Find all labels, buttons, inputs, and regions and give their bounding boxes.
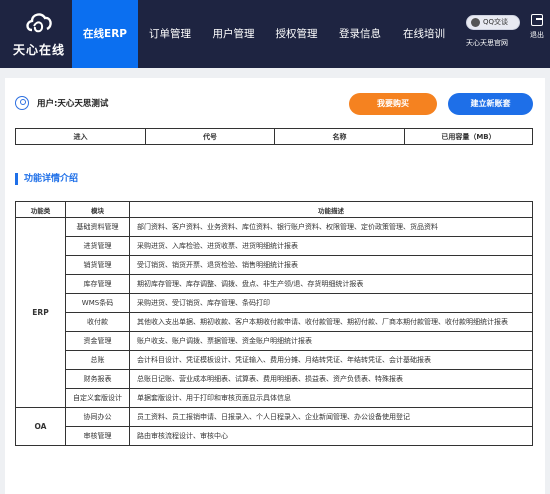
nav-item[interactable]: 用户管理 xyxy=(202,0,265,68)
nav-item[interactable]: 在线培训 xyxy=(392,0,456,68)
module-cell: 审核管理 xyxy=(65,426,130,446)
table-row: 审核管理 路由审核流程设计、审核中心 xyxy=(16,426,533,446)
module-cell: 销货管理 xyxy=(65,255,130,275)
table-row: 进货管理 采购进货、入库检验、进货收票、进货明细统计报表 xyxy=(16,236,533,256)
category-cell: ERP xyxy=(15,217,66,408)
description-cell: 账户收支、账户调拨、票据管理、资金账户明细统计报表 xyxy=(129,331,533,351)
col-enter: 进入 xyxy=(15,128,146,145)
module-cell: 资金管理 xyxy=(65,331,130,351)
table-row: OA 协同办公 员工资料、员工报销申请、日报录入、个人日程录入、企业新闻管理、办公设… xyxy=(15,407,533,446)
logout-icon xyxy=(531,14,543,26)
user-icon xyxy=(15,96,29,110)
description-cell: 采购进货、入库检验、进货收票、进货明细统计报表 xyxy=(129,236,533,256)
category-cell: OA xyxy=(15,407,66,446)
module-cell: 协同办公 xyxy=(65,407,130,427)
exit-label: 退出 xyxy=(530,31,544,39)
col-code: 代号 xyxy=(145,128,275,145)
module-cell: 收付款 xyxy=(65,312,130,332)
table-row: 库存管理 期初库存管理、库存调整、调拨、盘点、非生产领/退、存货明细统计报表 xyxy=(16,274,533,294)
col-category: 功能类 xyxy=(15,201,66,218)
description-cell: 其他收入支出单据、期初收款、客户本期收付款申请、收付款管理、期初付款、厂商本期付… xyxy=(129,312,533,332)
top-navigation-bar: 天心在线 在线ERP 订单管理 用户管理 授权管理 登录信息 在线培训 QQ交谈 天心天思… xyxy=(0,0,550,68)
description-cell: 采购进货、受订销货、库存管理、条码打印 xyxy=(129,293,533,313)
qq-icon xyxy=(471,18,480,27)
accounts-table-header: 进入 代号 名称 已用容量（MB） xyxy=(15,128,533,145)
col-name: 名称 xyxy=(274,128,405,145)
accounts-table: 进入 代号 名称 已用容量（MB） xyxy=(15,128,533,145)
buy-button[interactable]: 我要购买 xyxy=(349,93,437,115)
table-row: 自定义套版设计 单据套版设计、用于打印和审核页面显示具体信息 xyxy=(16,388,533,408)
module-cell: 总账 xyxy=(65,350,130,370)
table-row: 销货管理 受订销货、销货开票、退货检验、销售明细统计报表 xyxy=(16,255,533,275)
module-cell: 库存管理 xyxy=(65,274,130,294)
nav-item[interactable]: 在线ERP xyxy=(72,0,138,68)
col-description: 功能描述 xyxy=(129,201,533,218)
user-label: 用户:天心天思测试 xyxy=(37,99,109,109)
description-cell: 员工资料、员工报销申请、日报录入、个人日程录入、企业新闻管理、办公设备使用登记 xyxy=(129,407,533,427)
description-cell: 部门资料、客户资料、业务资料、库位资料、银行账户资料、权限管理、定价政策管理、货… xyxy=(129,217,533,237)
table-row: 总账 会计科目设计、凭证模板设计、凭证输入、费用分摊、月结转凭证、年结转凭证、会计… xyxy=(16,350,533,370)
description-cell: 期初库存管理、库存调整、调拨、盘点、非生产领/退、存货明细统计报表 xyxy=(129,274,533,294)
table-row: 资金管理 账户收支、账户调拨、票据管理、资金账户明细统计报表 xyxy=(16,331,533,351)
cloud-logo-icon xyxy=(26,13,52,33)
logo-text: 天心在线 xyxy=(12,43,65,57)
table-row: WMS条码 采购进货、受订销货、库存管理、条码打印 xyxy=(16,293,533,313)
exit-button[interactable]: 退出 xyxy=(526,14,548,48)
module-cell: 财务报表 xyxy=(65,369,130,389)
module-cell: 进货管理 xyxy=(65,236,130,256)
section-title: 功能详情介绍 xyxy=(15,173,78,185)
module-cell: WMS条码 xyxy=(65,293,130,313)
function-table: 功能类 模块 功能描述 ERP 基础资料管理 部门资料、客户资料、业务资料、库位资料… xyxy=(15,201,533,446)
nav-item[interactable]: 授权管理 xyxy=(265,0,328,68)
description-cell: 总账日记账、营业成本明细表、试算表、费用明细表、损益表、资产负债表、特殊报表 xyxy=(129,369,533,389)
nav-item[interactable]: 登录信息 xyxy=(328,0,392,68)
main-nav: 在线ERP 订单管理 用户管理 授权管理 登录信息 在线培训 xyxy=(72,0,456,68)
new-account-button[interactable]: 建立新账套 xyxy=(448,93,533,115)
description-cell: 会计科目设计、凭证模板设计、凭证输入、费用分摊、月结转凭证、年结转凭证、会计基础… xyxy=(129,350,533,370)
main-panel: 用户:天心天思测试 我要购买 建立新账套 进入 代号 名称 已用容量（MB） 功… xyxy=(5,78,545,494)
official-site-link[interactable]: 天心天思官网 xyxy=(466,38,526,48)
module-cell: 基础资料管理 xyxy=(65,217,130,237)
description-cell: 受订销货、销货开票、退货检验、销售明细统计报表 xyxy=(129,255,533,275)
description-cell: 路由审核流程设计、审核中心 xyxy=(129,426,533,446)
logo[interactable]: 天心在线 xyxy=(10,8,68,60)
col-capacity: 已用容量（MB） xyxy=(404,128,533,145)
qq-chat-button[interactable]: QQ交谈 xyxy=(466,15,520,30)
col-module: 模块 xyxy=(65,201,130,218)
description-cell: 单据套版设计、用于打印和审核页面显示具体信息 xyxy=(129,388,533,408)
qq-chat-label: QQ交谈 xyxy=(483,18,509,26)
table-row: ERP 基础资料管理 部门资料、客户资料、业务资料、库位资料、银行账户资料、权限管理… xyxy=(15,217,533,408)
module-cell: 自定义套版设计 xyxy=(65,388,130,408)
function-table-header: 功能类 模块 功能描述 xyxy=(15,201,533,218)
table-row: 收付款 其他收入支出单据、期初收款、客户本期收付款申请、收付款管理、期初付款、厂商… xyxy=(16,312,533,332)
table-row: 财务报表 总账日记账、营业成本明细表、试算表、费用明细表、损益表、资产负债表、特殊… xyxy=(16,369,533,389)
nav-item[interactable]: 订单管理 xyxy=(138,0,202,68)
